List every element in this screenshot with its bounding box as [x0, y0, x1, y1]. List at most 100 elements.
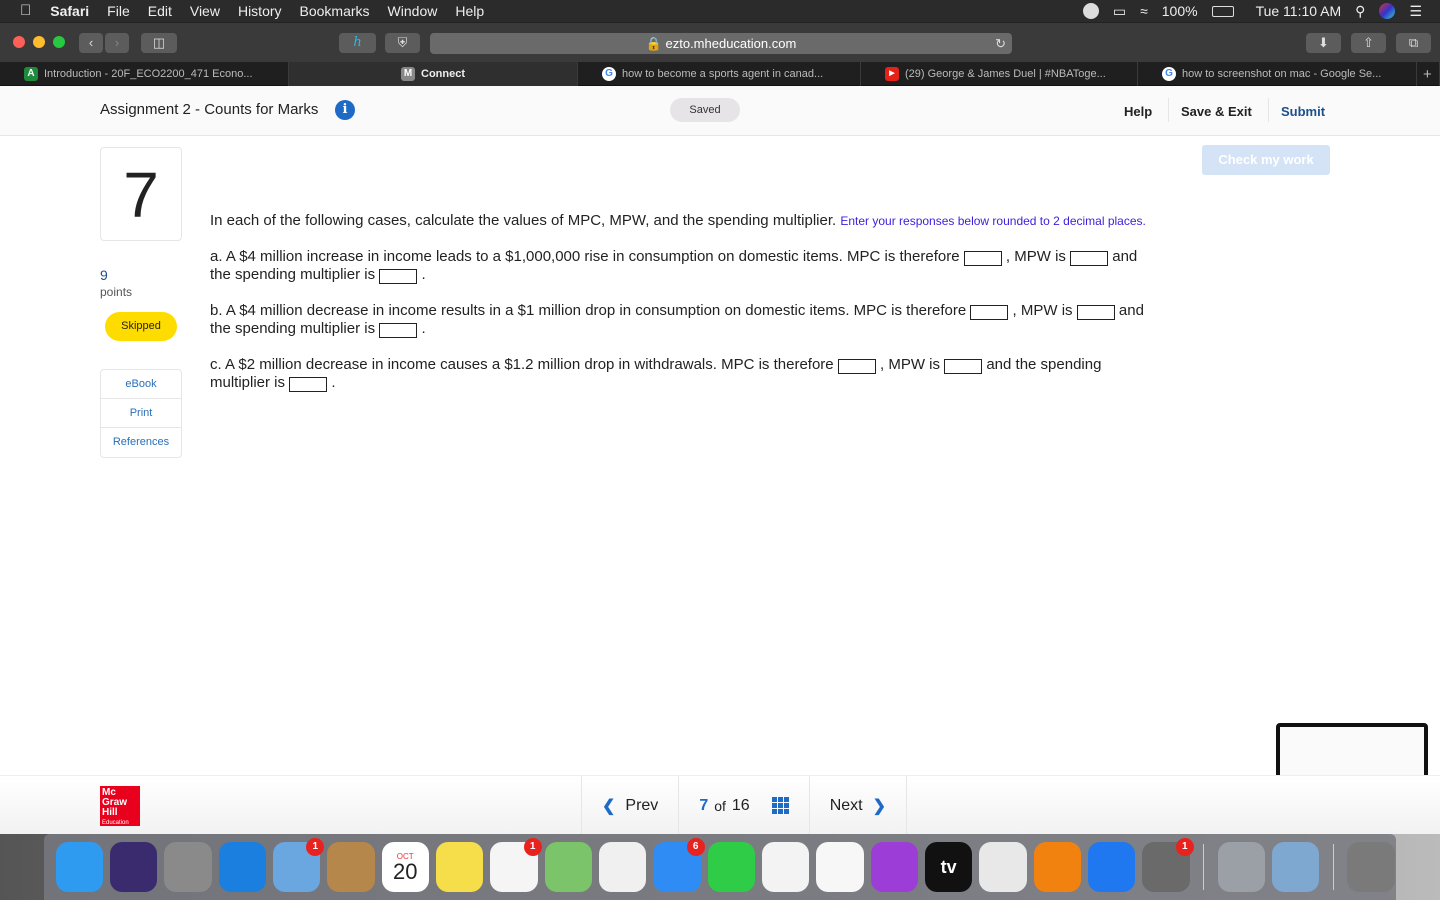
notification-badge: 1: [523, 838, 542, 856]
clock[interactable]: Tue 11:10 AM: [1256, 3, 1342, 19]
battery-icon[interactable]: [1211, 5, 1234, 17]
print-link[interactable]: Print: [101, 399, 181, 428]
part-a-text: , MPW is: [1005, 248, 1066, 265]
privacy-shield-icon[interactable]: ⛨: [385, 33, 420, 53]
menu-window[interactable]: Window: [379, 0, 447, 22]
tab-label: (29) George & James Duel | #NBATogе...: [905, 68, 1106, 80]
menu-help[interactable]: Help: [446, 0, 493, 22]
part-c-mpw-input[interactable]: [944, 359, 983, 374]
zoom-window-button[interactable]: [53, 36, 65, 48]
divider: [1168, 98, 1169, 122]
dock-contacts-icon[interactable]: [327, 842, 375, 892]
info-icon[interactable]: i: [335, 100, 355, 120]
google-favicon-icon: G: [1162, 67, 1176, 81]
prev-button[interactable]: ❮ Prev: [581, 776, 678, 835]
dock-preview-icon[interactable]: [1272, 842, 1320, 892]
airplay-icon[interactable]: ▭: [1113, 3, 1126, 20]
sidebar-toggle-icon[interactable]: ◫: [141, 33, 177, 53]
check-my-work-button[interactable]: Check my work: [1202, 145, 1330, 175]
back-button[interactable]: ‹: [79, 33, 103, 53]
tab-label: Connect: [421, 68, 465, 80]
menu-bookmarks[interactable]: Bookmarks: [291, 0, 379, 22]
question-grid-icon[interactable]: [771, 797, 789, 814]
tab-connect[interactable]: M Connect: [289, 62, 578, 86]
spotlight-search-icon[interactable]: ⚲: [1355, 3, 1365, 20]
connect-favicon-icon: M: [401, 67, 415, 81]
next-button[interactable]: Next ❯: [808, 776, 908, 835]
submit-link[interactable]: Submit: [1281, 104, 1325, 119]
menu-edit[interactable]: Edit: [139, 0, 181, 22]
part-c-multiplier-input[interactable]: [289, 377, 328, 392]
dock: 1 OCT 20 1 6 tv 1: [44, 834, 1396, 900]
honey-extension-icon[interactable]: h: [339, 33, 376, 53]
dock-messages-icon[interactable]: 6: [653, 838, 705, 892]
part-a-mpw-input[interactable]: [1070, 251, 1109, 266]
dock-siri-icon[interactable]: [109, 842, 158, 892]
dock-photos-icon[interactable]: [598, 842, 647, 892]
menu-file[interactable]: File: [98, 0, 139, 22]
dock-mail-icon[interactable]: 1: [272, 838, 325, 892]
dock-news-icon[interactable]: [761, 842, 810, 892]
part-c-mpc-input[interactable]: [837, 359, 876, 374]
dock-finder-icon[interactable]: [55, 842, 103, 892]
close-window-button[interactable]: [13, 36, 25, 48]
part-b-multiplier-input[interactable]: [379, 323, 418, 338]
question-pager: ❮ Prev 7 of 16 Next ❯: [581, 776, 908, 835]
minimize-window-button[interactable]: [33, 36, 45, 48]
chevron-left-icon: ❮: [602, 797, 616, 815]
apple-menu-icon[interactable]: : [0, 0, 41, 22]
dock-numbers-icon[interactable]: [979, 842, 1027, 892]
tab-label: how to screenshot on mac - Google Se...: [1182, 68, 1382, 80]
part-c-text: .: [331, 374, 336, 391]
notification-badge: 1: [1175, 838, 1194, 856]
dock-system-preferences-icon[interactable]: 1: [1142, 838, 1194, 892]
dock-facetime-icon[interactable]: [707, 842, 755, 892]
new-tab-button[interactable]: +: [1417, 62, 1440, 86]
dock-podcasts-icon[interactable]: [870, 842, 918, 892]
dock-calendar-icon[interactable]: OCT 20: [381, 842, 429, 892]
tabs-overview-icon[interactable]: ⧉: [1396, 33, 1431, 53]
dock-safari-icon[interactable]: [218, 842, 266, 892]
dock-launchpad-icon[interactable]: [164, 842, 212, 892]
shazam-icon[interactable]: [1082, 3, 1099, 19]
part-b: b. A $4 million decrease in income resul…: [210, 302, 1150, 338]
ebook-link[interactable]: eBook: [101, 370, 181, 399]
dock-notes-icon[interactable]: [435, 842, 484, 892]
dock-reminders-icon[interactable]: 1: [490, 838, 542, 892]
dock-books-icon[interactable]: [1033, 842, 1082, 892]
tab-introduction[interactable]: A Introduction - 20F_ECO2200_471 Econo..…: [0, 62, 289, 86]
part-b-mpc-input[interactable]: [970, 305, 1009, 320]
tab-sports-agent[interactable]: G how to become a sports agent in canad.…: [578, 62, 861, 86]
dock-app-store-icon[interactable]: [1088, 842, 1136, 892]
downloads-icon[interactable]: ⬇: [1306, 33, 1341, 53]
tab-youtube[interactable]: ▶ (29) George & James Duel | #NBATogе...: [861, 62, 1138, 86]
browser-toolbar: ‹ › ◫ h ⛨ 🔒 ezto.mheducation.com ↻ ⬇ ⇧ ⧉: [0, 22, 1440, 62]
part-a-mpc-input[interactable]: [963, 251, 1002, 266]
menu-view[interactable]: View: [181, 0, 229, 22]
points-value: 9: [100, 267, 108, 283]
notification-center-icon[interactable]: ☰: [1409, 3, 1422, 20]
share-icon[interactable]: ⇧: [1351, 33, 1386, 53]
address-bar[interactable]: 🔒 ezto.mheducation.com ↻: [430, 33, 1012, 54]
dock-maps-icon[interactable]: [544, 842, 592, 892]
part-b-mpw-input[interactable]: [1076, 305, 1115, 320]
reload-icon[interactable]: ↻: [995, 33, 1006, 54]
references-link[interactable]: References: [101, 428, 181, 457]
forward-button[interactable]: ›: [105, 33, 129, 53]
of-label: of: [714, 797, 726, 814]
dock-music-icon[interactable]: [816, 842, 864, 892]
question-number: 7: [100, 147, 182, 241]
wifi-icon[interactable]: ≈: [1140, 3, 1148, 19]
save-exit-link[interactable]: Save & Exit: [1181, 104, 1252, 119]
next-label: Next: [829, 796, 863, 814]
dock-trash-icon[interactable]: [1347, 842, 1395, 892]
part-a-multiplier-input[interactable]: [379, 269, 418, 284]
tab-google-screenshot[interactable]: G how to screenshot on mac - Google Se..…: [1138, 62, 1417, 86]
dock-tv-icon[interactable]: tv: [925, 842, 973, 892]
siri-icon[interactable]: [1379, 3, 1396, 19]
url-text: ezto.mheducation.com: [665, 36, 797, 51]
menu-app-name[interactable]: Safari: [41, 0, 98, 22]
dock-keychain-access-icon[interactable]: [1217, 842, 1266, 892]
menu-history[interactable]: History: [229, 0, 291, 22]
help-link[interactable]: Help: [1124, 104, 1152, 119]
